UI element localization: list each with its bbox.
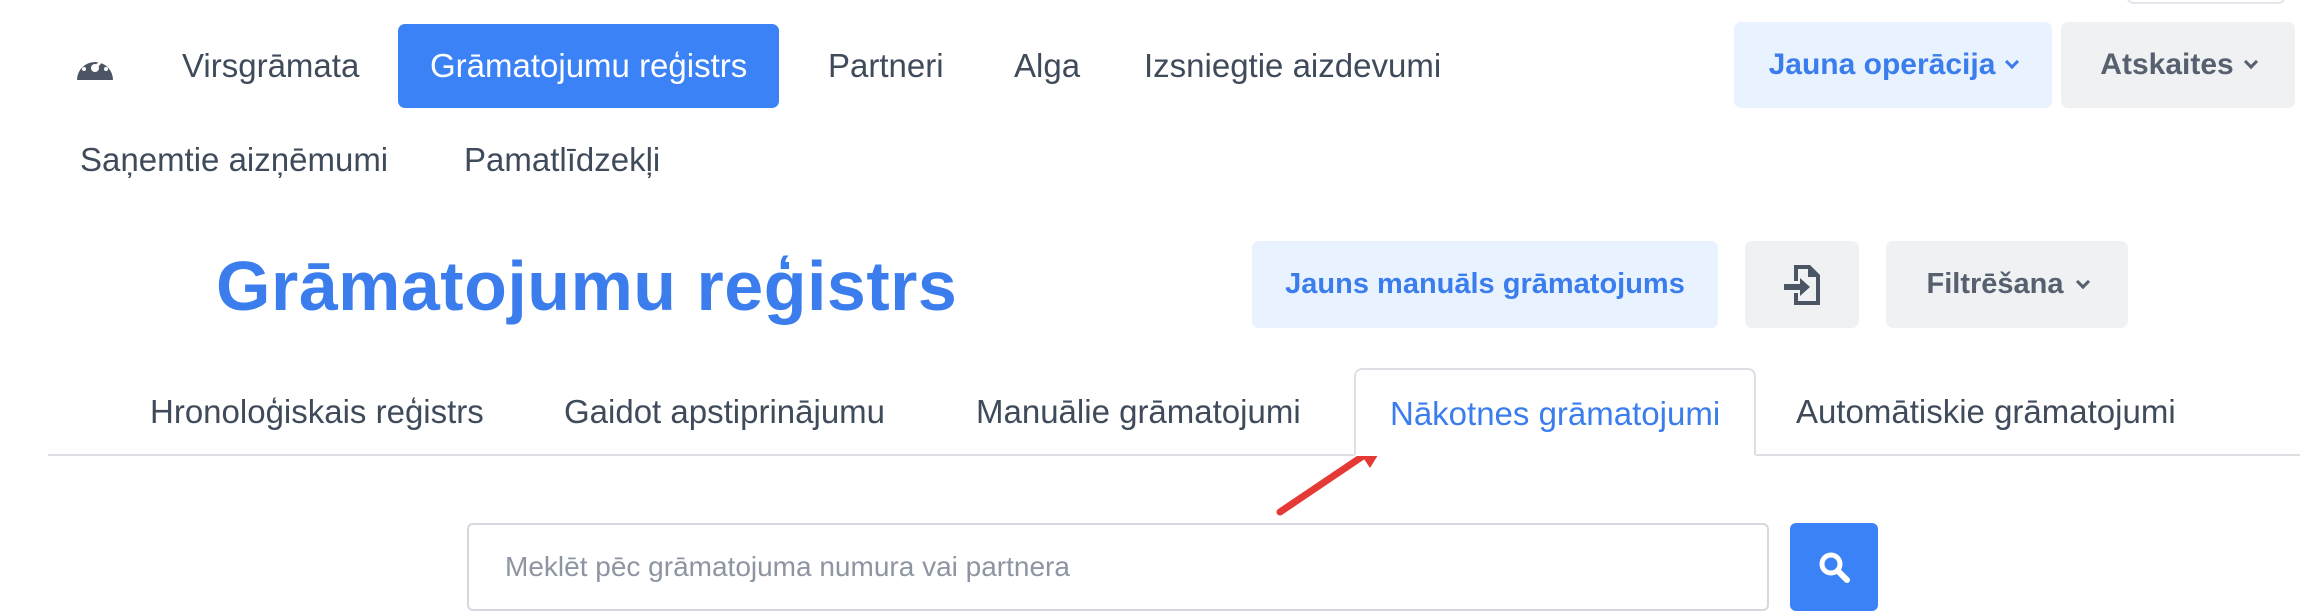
new-operation-label: Jauna operācija — [1768, 48, 1996, 81]
chevron-down-icon — [2005, 54, 2020, 70]
search-input[interactable] — [467, 523, 1769, 611]
top-navigation: Virsgrāmata Grāmatojumu reģistrs Partner… — [0, 0, 2300, 200]
nav-item-sanemtie-aiznemumi[interactable]: Saņemtie aizņēmumi — [48, 118, 420, 202]
import-button[interactable] — [1745, 241, 1859, 328]
filter-label: Filtrēšana — [1926, 268, 2064, 300]
dashboard-gauge-icon[interactable] — [74, 46, 116, 88]
reports-dropdown-button[interactable]: Atskaites — [2061, 22, 2295, 108]
tab-gaidot-apstiprinajumu[interactable]: Gaidot apstiprinājumu — [530, 368, 919, 456]
filter-dropdown-button[interactable]: Filtrēšana — [1886, 241, 2128, 328]
nav-item-pamatlidzekli[interactable]: Pamatlīdzekļi — [432, 118, 692, 202]
nav-item-gramatojumu-registrs[interactable]: Grāmatojumu reģistrs — [398, 24, 780, 108]
chevron-down-icon — [2243, 54, 2258, 70]
search-button[interactable] — [1790, 523, 1878, 611]
nav-item-alga[interactable]: Alga — [982, 24, 1112, 108]
nav-item-virsgramata[interactable]: Virsgrāmata — [150, 24, 391, 108]
tab-automatiskie-gramatojumi[interactable]: Automātiskie grāmatojumi — [1762, 368, 2210, 456]
nav-item-partneri[interactable]: Partneri — [796, 24, 976, 108]
top-right-corner-element — [2126, 0, 2286, 4]
new-operation-dropdown-button[interactable]: Jauna operācija — [1734, 22, 2052, 108]
search-icon — [1819, 552, 1850, 583]
page-title: Grāmatojumu reģistrs — [216, 247, 958, 325]
nav-item-izsniegtie-aizdevumi[interactable]: Izsniegtie aizdevumi — [1112, 24, 1473, 108]
file-import-icon — [1784, 264, 1820, 305]
tab-hronologiskais-registrs[interactable]: Hronoloģiskais reģistrs — [116, 368, 518, 456]
reports-label: Atskaites — [2100, 48, 2234, 81]
new-manual-entry-button[interactable]: Jauns manuāls grāmatojums — [1252, 241, 1718, 328]
tab-nakotnes-gramatojumi[interactable]: Nākotnes grāmatojumi — [1354, 368, 1757, 456]
chevron-down-icon — [2075, 274, 2090, 289]
